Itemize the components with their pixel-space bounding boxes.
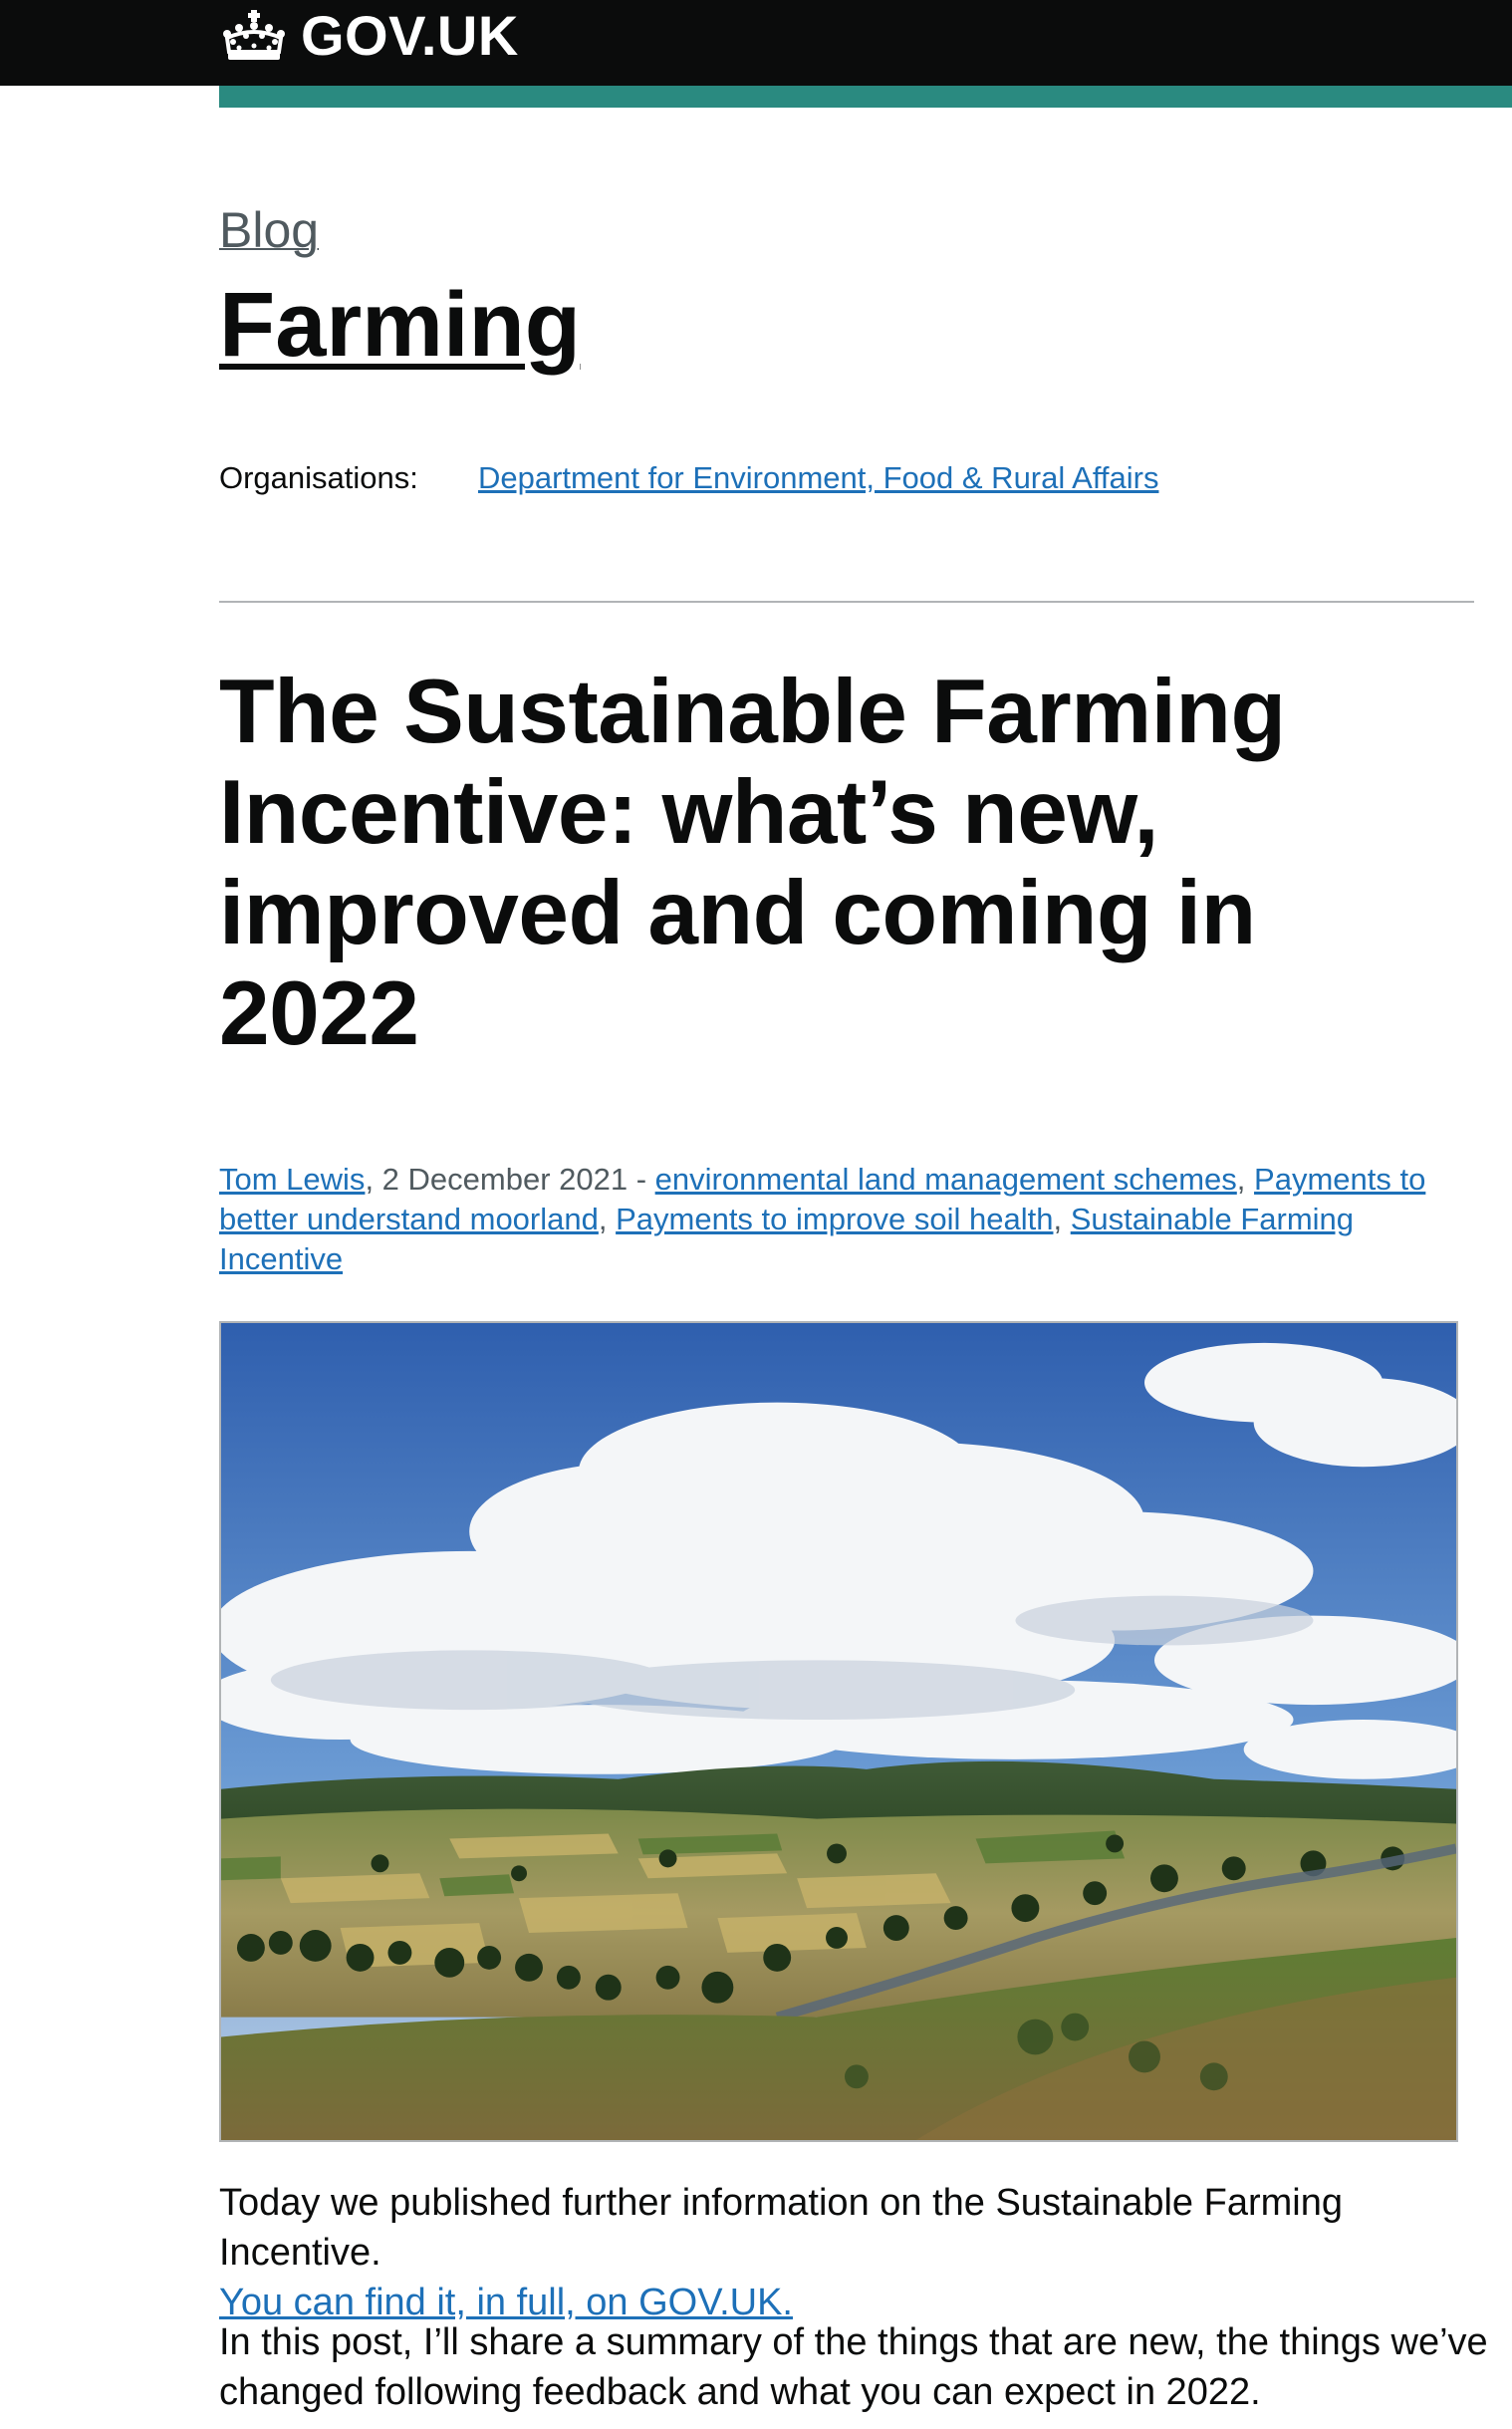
tag-separator: , — [598, 1202, 617, 1236]
article-date: , 2 December 2021 - — [365, 1162, 655, 1197]
govuk-logo-text: GOV.UK — [301, 4, 519, 67]
article-title: The Sustainable Farming Incentive: what’… — [219, 662, 1286, 1064]
hero-image-countryside — [219, 1321, 1458, 2142]
article-meta: Tom Lewis, 2 December 2021 - environment… — [219, 1160, 1454, 1279]
summary-paragraph: In this post, I’ll share a summary of th… — [219, 2321, 1488, 2413]
organisations-label: Organisations: — [219, 460, 418, 495]
govuk-logo-link[interactable]: GOV.UK — [219, 4, 519, 68]
govuk-header: GOV.UK — [0, 0, 1512, 86]
breadcrumb-blog-link[interactable]: Blog — [219, 203, 319, 258]
blog-title-link[interactable]: Farming — [219, 274, 581, 376]
organisation-link[interactable]: Department for Environment, Food & Rural… — [478, 458, 1158, 498]
intro-paragraph: Today we published further information o… — [219, 2178, 1494, 2327]
tag-separator: , — [1236, 1162, 1255, 1197]
header-accent-bar — [219, 86, 1512, 108]
author-link[interactable]: Tom Lewis — [219, 1162, 365, 1197]
intro-text: Today we published further information o… — [219, 2182, 1343, 2274]
tag-link[interactable]: environmental land management schemes — [655, 1162, 1237, 1197]
tag-separator: , — [1053, 1202, 1071, 1236]
section-divider — [219, 601, 1474, 603]
crown-icon — [223, 10, 285, 60]
tag-link[interactable]: Payments to improve soil health — [616, 1202, 1053, 1236]
